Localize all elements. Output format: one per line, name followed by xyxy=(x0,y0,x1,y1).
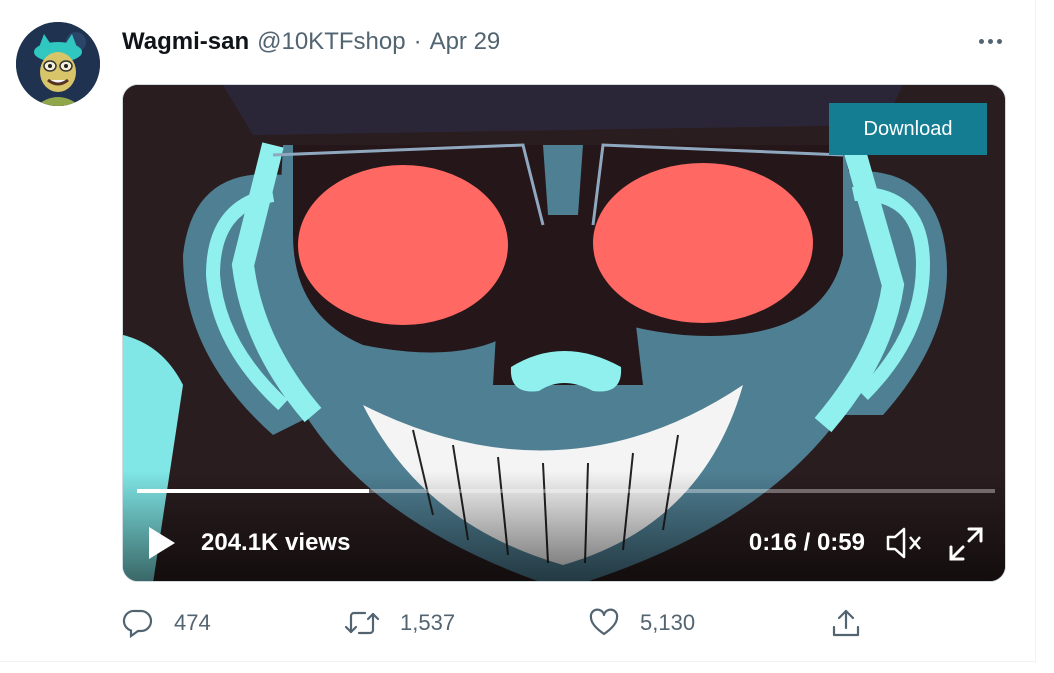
play-icon[interactable] xyxy=(147,525,177,561)
retweet-icon xyxy=(344,611,380,635)
author-name[interactable]: Wagmi-san xyxy=(122,28,249,56)
tweet-date[interactable]: Apr 29 xyxy=(430,28,501,56)
avatar[interactable] xyxy=(16,22,100,106)
reply-icon xyxy=(122,609,153,639)
more-icon[interactable] xyxy=(970,28,1010,54)
tweet-card: Wagmi-san @10KTFshop · Apr 29 Download 2… xyxy=(0,0,1036,662)
video-progress-fill xyxy=(137,489,369,493)
video-player[interactable]: Download 204.1K views 0:16 / 0:59 xyxy=(122,84,1006,582)
video-time: 0:16 / 0:59 xyxy=(748,529,865,556)
heart-icon xyxy=(589,608,619,636)
retweet-button[interactable]: 1,537 xyxy=(344,604,455,642)
tweet-actions: 474 1,537 5,130 xyxy=(122,604,1006,642)
reply-button[interactable]: 474 xyxy=(122,604,211,642)
retweet-count: 1,537 xyxy=(400,610,456,635)
volume-muted-icon[interactable] xyxy=(885,525,923,561)
fullscreen-icon[interactable] xyxy=(947,525,985,563)
share-button[interactable] xyxy=(830,604,882,642)
author-handle[interactable]: @10KTFshop xyxy=(257,28,405,56)
like-button[interactable]: 5,130 xyxy=(588,604,695,642)
download-button[interactable]: Download xyxy=(829,103,987,155)
avatar-image xyxy=(16,22,100,106)
more-dot xyxy=(978,38,984,44)
reply-count: 474 xyxy=(174,610,211,635)
controls-gradient xyxy=(123,471,1005,581)
share-icon xyxy=(832,609,860,637)
video-progress-bar[interactable] xyxy=(137,489,995,493)
header-separator: · xyxy=(413,28,422,55)
like-count: 5,130 xyxy=(640,610,696,635)
more-dot xyxy=(996,38,1002,44)
view-count: 204.1K views xyxy=(201,529,351,556)
more-dot xyxy=(987,38,993,44)
tweet-header: Wagmi-san @10KTFshop · Apr 29 xyxy=(122,26,500,58)
